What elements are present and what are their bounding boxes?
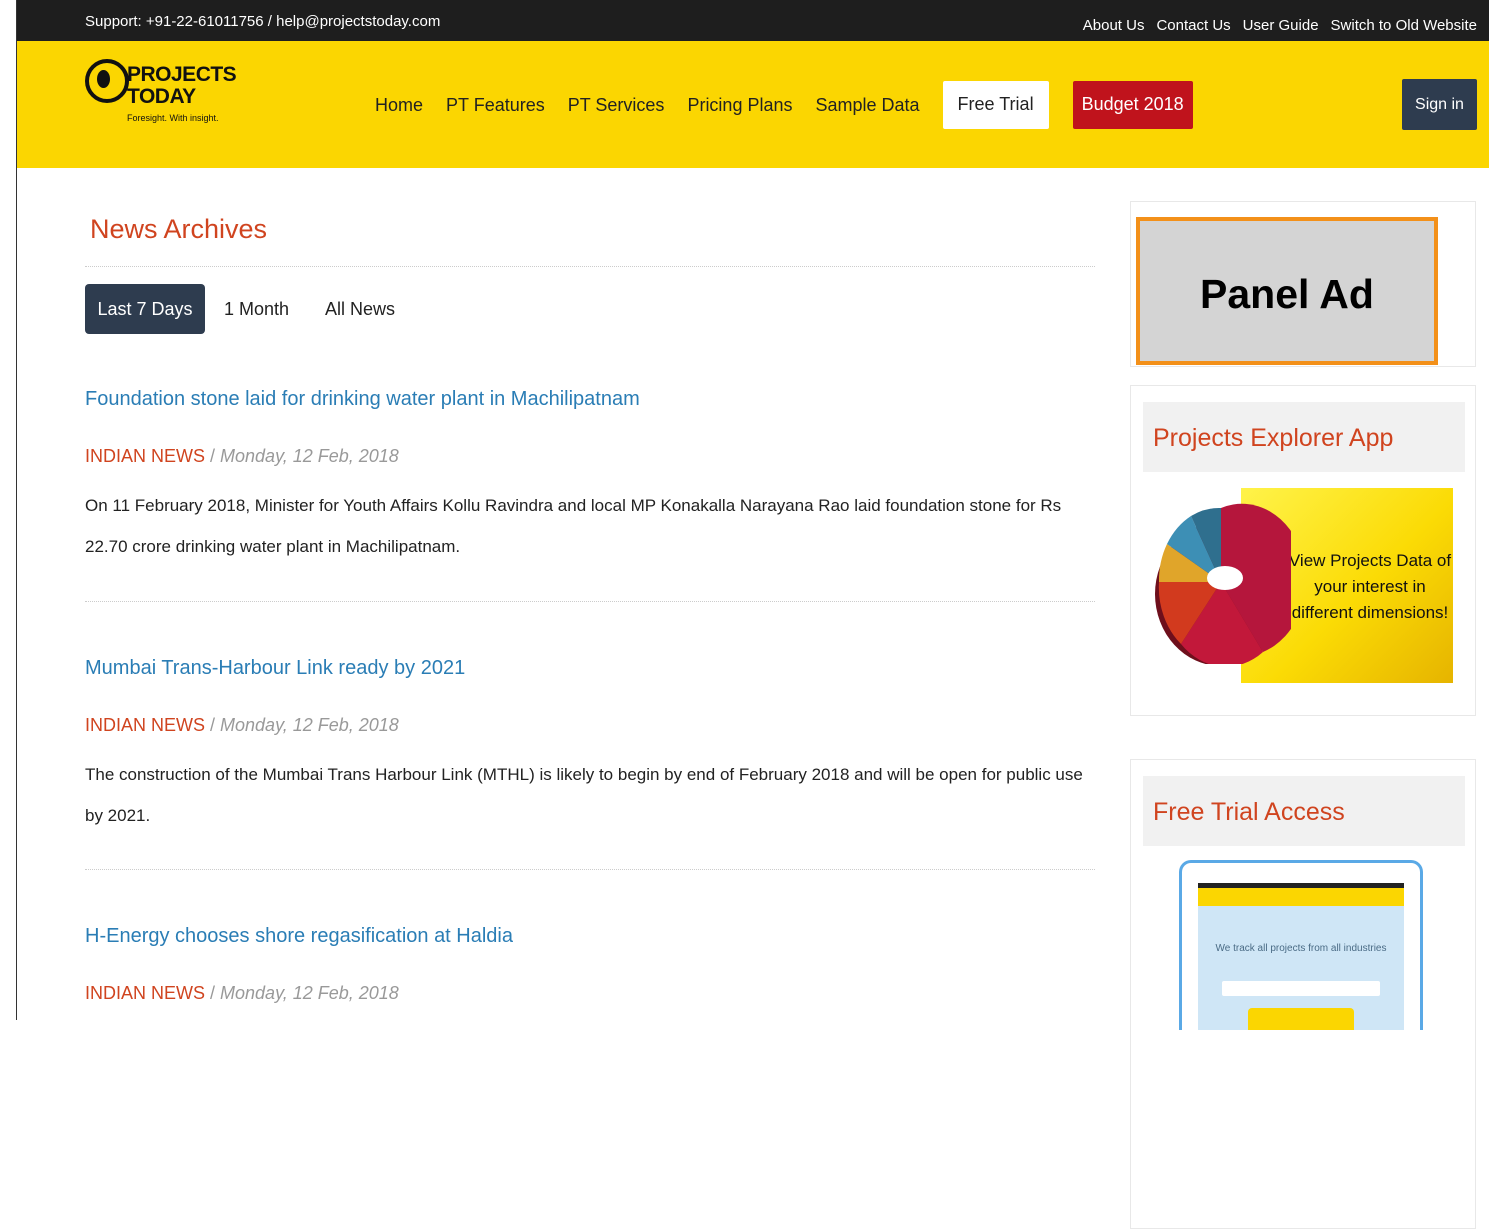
- logo-line2: TODAY: [127, 85, 196, 108]
- tab-all-news[interactable]: All News: [325, 299, 395, 320]
- title-divider: [85, 266, 1095, 267]
- preview-text: We track all projects from all industrie…: [1215, 943, 1387, 954]
- panel-ad-label: Panel Ad: [1200, 271, 1374, 317]
- main-nav: Home PT Features PT Services Pricing Pla…: [375, 81, 1193, 129]
- nav-pricing-plans[interactable]: Pricing Plans: [687, 95, 792, 116]
- logo-line1: PROJECTS: [127, 63, 237, 86]
- article-title-link[interactable]: Mumbai Trans-Harbour Link ready by 2021: [85, 657, 1095, 680]
- support-contact: Support: +91-22-61011756 / help@projects…: [85, 13, 441, 30]
- news-article: Foundation stone laid for drinking water…: [85, 388, 1095, 602]
- article-title-link[interactable]: Foundation stone laid for drinking water…: [85, 388, 1095, 411]
- nav-home[interactable]: Home: [375, 95, 423, 116]
- article-category[interactable]: INDIAN NEWS: [85, 983, 205, 1003]
- preview-button: [1248, 1008, 1354, 1030]
- news-article: Mumbai Trans-Harbour Link ready by 2021 …: [85, 657, 1095, 870]
- pie-chart-icon: [1155, 503, 1291, 664]
- nav-pt-services[interactable]: PT Services: [568, 95, 665, 116]
- budget-2018-button[interactable]: Budget 2018: [1072, 81, 1193, 129]
- page-title: News Archives: [90, 214, 268, 244]
- preview-screen: We track all projects from all industrie…: [1198, 883, 1404, 1030]
- meta-separator: /: [205, 446, 221, 466]
- top-bar: Support: +91-22-61011756 / help@projects…: [17, 0, 1489, 41]
- widget-header: Projects Explorer App: [1143, 402, 1465, 472]
- panel-ad[interactable]: Panel Ad: [1136, 217, 1438, 365]
- article-summary: On 11 February 2018, Minister for Youth …: [85, 496, 1062, 556]
- logo-tagline: Foresight. With insight.: [127, 113, 219, 123]
- panel-ad-box: Panel Ad: [1130, 201, 1476, 367]
- logo-eye-icon: [85, 59, 129, 103]
- article-divider: [85, 601, 1095, 602]
- free-trial-preview[interactable]: We track all projects from all industrie…: [1179, 860, 1423, 1030]
- preview-search: [1222, 981, 1380, 996]
- main-header: PROJECTS TODAY Foresight. With insight. …: [17, 41, 1489, 168]
- widget-header: Free Trial Access: [1143, 776, 1465, 846]
- free-trial-widget: Free Trial Access We track all projects …: [1130, 759, 1476, 1229]
- article-divider: [85, 869, 1095, 870]
- article-date: Monday, 12 Feb, 2018: [220, 446, 399, 466]
- contact-us-link[interactable]: Contact Us: [1156, 17, 1230, 34]
- nav-pt-features[interactable]: PT Features: [446, 95, 545, 116]
- news-article: H-Energy chooses shore regasification at…: [85, 925, 1095, 1003]
- article-summary: The construction of the Mumbai Trans Har…: [85, 765, 1083, 825]
- article-meta: INDIAN NEWS / Monday, 12 Feb, 2018: [85, 983, 399, 1004]
- article-date: Monday, 12 Feb, 2018: [220, 983, 399, 1003]
- projects-explorer-title: Projects Explorer App: [1153, 424, 1394, 452]
- free-trial-button[interactable]: Free Trial: [942, 81, 1049, 129]
- tab-1-month[interactable]: 1 Month: [224, 299, 289, 320]
- banner-text: View Projects Data of your interest in d…: [1288, 551, 1452, 622]
- date-filter-tabs: Last 7 Days 1 Month All News: [85, 284, 431, 334]
- user-guide-link[interactable]: User Guide: [1243, 17, 1319, 34]
- site-logo[interactable]: PROJECTS TODAY Foresight. With insight.: [85, 59, 237, 129]
- free-trial-title: Free Trial Access: [1153, 798, 1345, 826]
- article-meta: INDIAN NEWS / Monday, 12 Feb, 2018: [85, 446, 399, 467]
- article-category[interactable]: INDIAN NEWS: [85, 446, 205, 466]
- top-links: About Us Contact Us User Guide Switch to…: [1083, 17, 1477, 34]
- projects-explorer-widget: Projects Explorer App View Projects Data…: [1130, 385, 1476, 716]
- old-website-link[interactable]: Switch to Old Website: [1331, 17, 1477, 34]
- meta-separator: /: [205, 715, 221, 735]
- nav-sample-data[interactable]: Sample Data: [815, 95, 919, 116]
- article-title-link[interactable]: H-Energy chooses shore regasification at…: [85, 925, 1095, 948]
- preview-header: [1198, 888, 1404, 906]
- article-date: Monday, 12 Feb, 2018: [220, 715, 399, 735]
- about-us-link[interactable]: About Us: [1083, 17, 1145, 34]
- article-category[interactable]: INDIAN NEWS: [85, 715, 205, 735]
- tab-last-7-days[interactable]: Last 7 Days: [85, 284, 205, 334]
- sign-in-button[interactable]: Sign in: [1402, 79, 1477, 130]
- article-meta: INDIAN NEWS / Monday, 12 Feb, 2018: [85, 715, 399, 736]
- meta-separator: /: [205, 983, 221, 1003]
